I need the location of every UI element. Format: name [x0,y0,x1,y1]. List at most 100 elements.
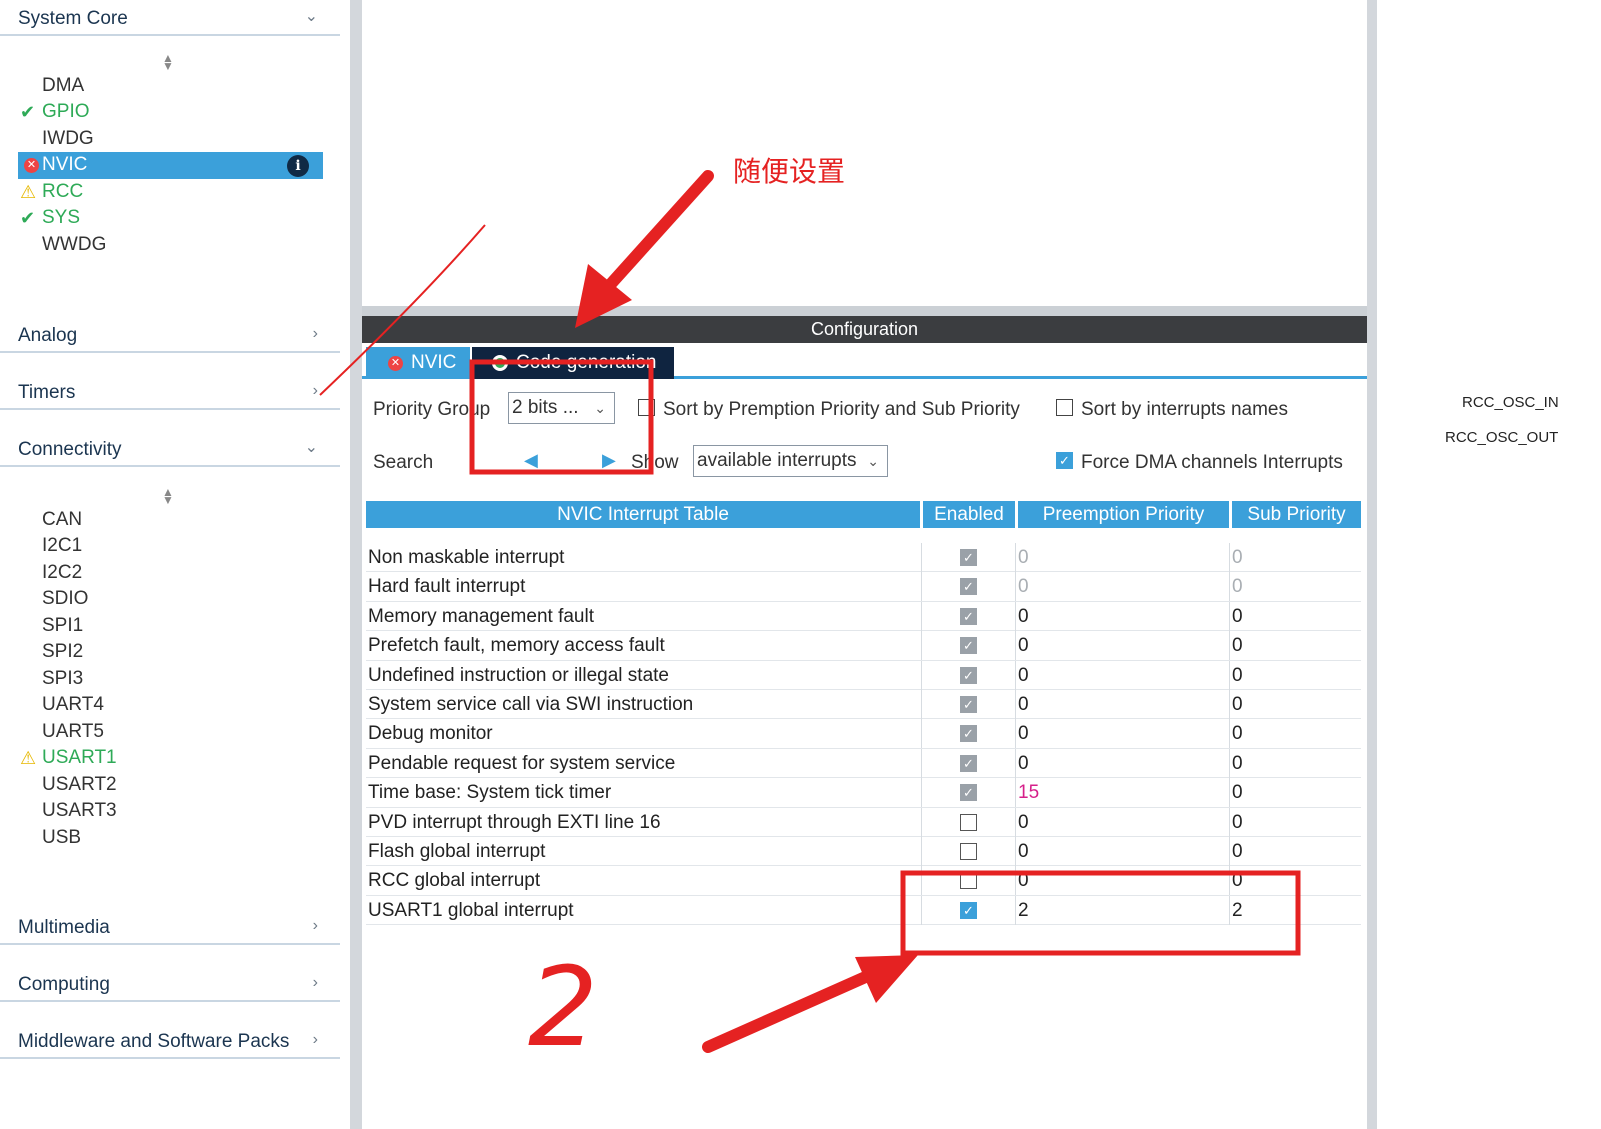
sidebar-item-can[interactable]: CAN [18,507,323,534]
sub-priority-value[interactable]: 0 [1229,631,1361,661]
table-row[interactable]: Memory management fault ✓ 0 0 [366,601,1361,632]
sidebar-item-i2c1[interactable]: I2C1 [18,533,323,560]
sidebar-item-gpio[interactable]: ✔ GPIO [18,99,323,126]
table-row[interactable]: RCC global interrupt 0 0 [366,866,1361,896]
preemption-value[interactable]: 0 [1015,866,1229,896]
table-row[interactable]: Prefetch fault, memory access fault ✓ 0 … [366,631,1361,661]
sidebar-item-uart5[interactable]: UART5 [18,719,323,746]
force-dma-checkbox[interactable]: ✓ [1056,452,1073,469]
table-row[interactable]: Flash global interrupt 0 0 [366,836,1361,867]
sidebar-item-spi2[interactable]: SPI2 [18,639,323,666]
enabled-checkbox: ✓ [960,549,977,566]
sidebar-item-spi3[interactable]: SPI3 [18,666,323,693]
sub-priority-value[interactable]: 0 [1229,660,1361,690]
preemption-value[interactable]: 0 [1015,689,1229,719]
table-row[interactable]: Hard fault interrupt ✓ 0 0 [366,572,1361,602]
category-timers[interactable]: Timers › [0,374,340,410]
sort-priority-label: Sort by Premption Priority and Sub Prior… [663,399,1020,420]
table-row[interactable]: Undefined instruction or illegal state ✓… [366,660,1361,690]
enabled-checkbox: ✓ [960,578,977,596]
preemption-value[interactable]: 0 [1015,631,1229,661]
info-icon[interactable]: i [287,155,309,177]
preemption-value[interactable]: 0 [1015,660,1229,690]
sub-priority-value[interactable]: 0 [1229,866,1361,896]
sidebar-item-rcc[interactable]: ⚠ RCC [18,179,323,206]
sidebar-item-wwdg[interactable]: WWDG [18,232,323,259]
enabled-checkbox[interactable] [960,872,977,890]
sidebar-item-i2c2[interactable]: I2C2 [18,560,323,587]
sub-priority-value: 0 [1229,572,1361,602]
tab-nvic[interactable]: ✕ NVIC [366,347,470,379]
search-next-icon[interactable]: ▶ [602,450,616,471]
show-select[interactable]: available interrupts ⌄ [693,445,888,477]
preemption-value[interactable]: 0 [1015,719,1229,749]
tab-code-generation[interactable]: Code generation [472,347,674,379]
preemption-value[interactable]: 0 [1015,807,1229,837]
search-prev-icon[interactable]: ◀ [524,450,538,471]
sort-icon[interactable]: ▲ ▼ [162,52,174,72]
table-row[interactable]: Non maskable interrupt ✓ 0 0 [366,543,1361,573]
enabled-cell: ✓ [921,631,1015,661]
sub-priority-value[interactable]: 2 [1229,895,1361,925]
enabled-checkbox: ✓ [960,695,977,713]
sidebar-item-spi1[interactable]: SPI1 [18,613,323,640]
interrupt-name: System service call via SWI instruction [368,693,694,715]
table-row[interactable]: PVD interrupt through EXTI line 16 0 0 [366,807,1361,837]
sidebar-item-sdio[interactable]: SDIO [18,586,323,613]
sort-names-checkbox[interactable] [1056,399,1073,416]
header-sub-priority[interactable]: Sub Priority [1232,501,1361,528]
sidebar-item-nvic[interactable]: ✕ NVIC i [18,152,323,179]
sidebar-item-iwdg[interactable]: IWDG [18,126,323,153]
sort-priority-checkbox[interactable] [638,399,655,416]
category-system-core[interactable]: System Core ⌄ [0,0,340,36]
header-name[interactable]: NVIC Interrupt Table [366,501,920,528]
category-label: Timers [18,382,76,403]
sub-priority-value[interactable]: 0 [1229,748,1361,778]
sidebar-item-uart4[interactable]: UART4 [18,692,323,719]
sub-priority-value[interactable]: 0 [1229,807,1361,837]
sub-priority-value[interactable]: 0 [1229,719,1361,749]
sub-priority-value[interactable]: 0 [1229,601,1361,631]
table-row[interactable]: Debug monitor ✓ 0 0 [366,719,1361,749]
enabled-checkbox[interactable] [960,813,977,831]
category-connectivity[interactable]: Connectivity ⌄ [0,431,340,467]
preemption-value[interactable]: 0 [1015,601,1229,631]
header-preemption[interactable]: Preemption Priority [1018,501,1229,528]
sidebar-item-dma[interactable]: DMA [18,73,323,100]
chevron-down-icon: ⌄ [867,453,879,469]
preemption-value[interactable]: 0 [1015,748,1229,778]
sub-priority-value[interactable]: 0 [1229,836,1361,866]
table-row[interactable]: Pendable request for system service ✓ 0 … [366,748,1361,779]
enabled-cell: ✓ [921,572,1015,602]
pinout-splitter[interactable] [1367,0,1377,1129]
sidebar-splitter[interactable] [350,0,362,1129]
sub-priority-value[interactable]: 0 [1229,689,1361,719]
sort-icon[interactable]: ▲ ▼ [162,486,174,506]
interrupt-name: Hard fault interrupt [368,576,526,598]
table-row[interactable]: USART1 global interrupt ✓ 2 2 [366,895,1361,926]
enabled-checkbox[interactable] [960,842,977,860]
priority-group-label: Priority Group [373,399,491,420]
enabled-cell [921,836,1015,866]
category-computing[interactable]: Computing › [0,966,340,1002]
panel-splitter[interactable] [362,306,1367,316]
chevron-down-icon: ⌄ [594,400,606,416]
category-middleware[interactable]: Middleware and Software Packs › [0,1023,340,1059]
header-enabled[interactable]: Enabled [923,501,1015,528]
enabled-checkbox[interactable]: ✓ [960,901,977,919]
sidebar-item-usart1[interactable]: ⚠ USART1 [18,745,323,772]
priority-group-select[interactable]: 2 bits ... ⌄ [508,392,615,424]
sidebar-item-usart2[interactable]: USART2 [18,772,323,799]
category-analog[interactable]: Analog › [0,317,340,353]
sub-priority-value[interactable]: 0 [1229,778,1361,808]
preemption-value[interactable]: 0 [1015,836,1229,866]
sidebar-item-usart3[interactable]: USART3 [18,798,323,825]
category-multimedia[interactable]: Multimedia › [0,909,340,945]
preemption-value[interactable]: 15 [1015,778,1229,808]
sidebar-item-sys[interactable]: ✔ SYS [18,205,323,232]
preemption-value[interactable]: 2 [1015,895,1229,925]
table-row[interactable]: System service call via SWI instruction … [366,689,1361,720]
table-row[interactable]: Time base: System tick timer ✓ 15 0 [366,778,1361,808]
enabled-cell: ✓ [921,778,1015,808]
sidebar-item-usb[interactable]: USB [18,825,323,852]
